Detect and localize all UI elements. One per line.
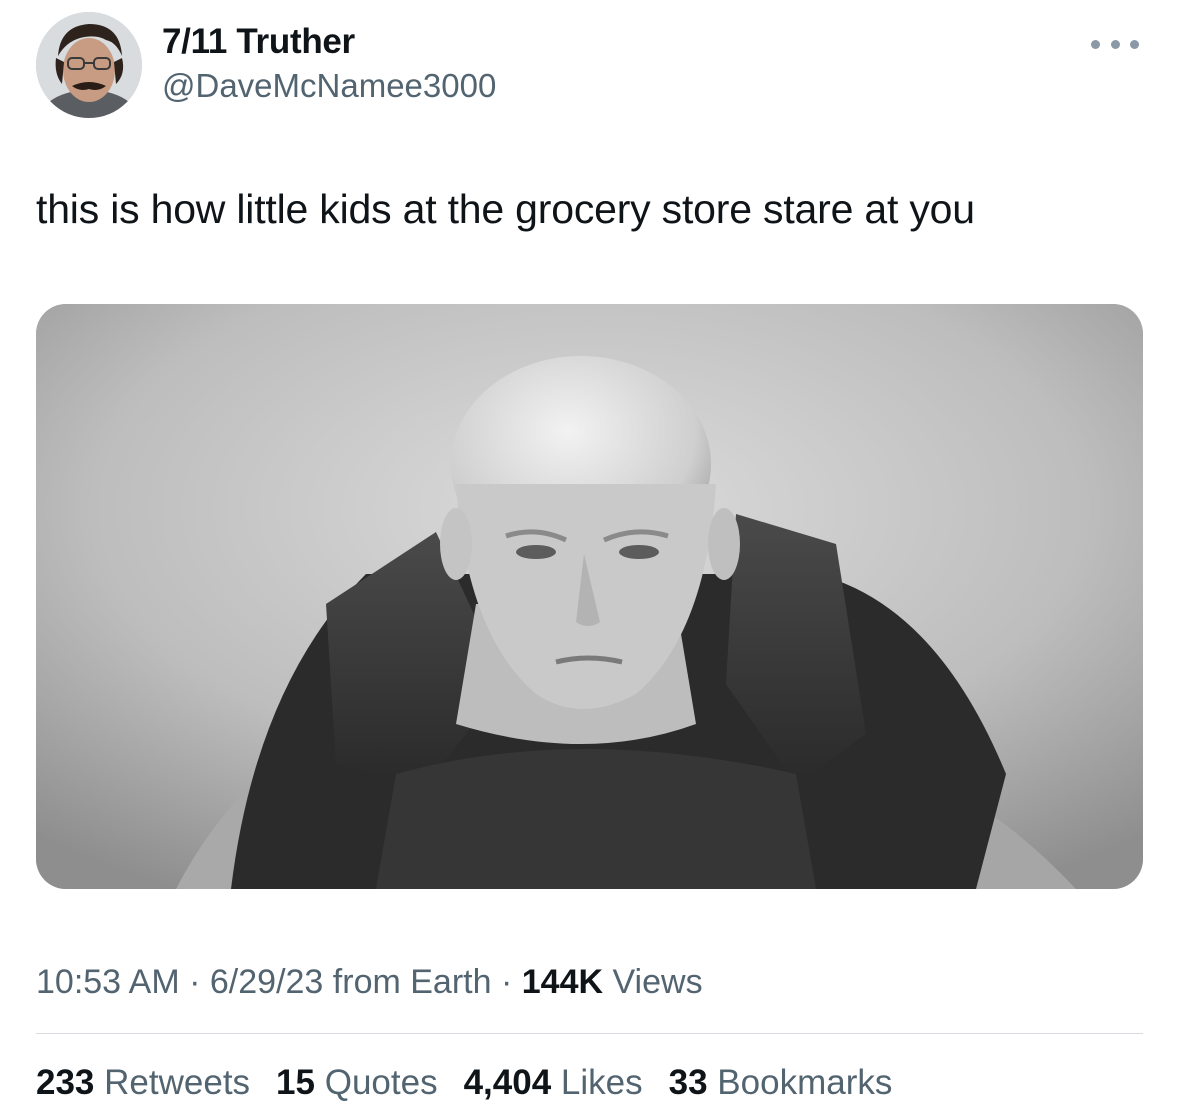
author-handle[interactable]: @DaveMcNamee3000 xyxy=(162,64,496,108)
tweet-header: 7/11 Truther @DaveMcNamee3000 xyxy=(36,12,1143,120)
meta-separator: · xyxy=(500,963,513,1001)
bookmarks-count: 33 xyxy=(668,1063,708,1102)
divider xyxy=(36,1033,1143,1034)
photo-bald-man-staring xyxy=(36,304,1143,889)
retweets-count: 233 xyxy=(36,1063,95,1102)
tweet-text: this is how little kids at the grocery s… xyxy=(36,186,975,232)
quotes-label: Quotes xyxy=(324,1063,438,1102)
likes-stat[interactable]: 4,404 Likes xyxy=(464,1058,643,1108)
more-options-button[interactable] xyxy=(1091,34,1139,54)
more-horizontal-icon-dot xyxy=(1130,39,1139,49)
views-label: Views xyxy=(612,963,703,1001)
tweet-date[interactable]: 6/29/23 xyxy=(210,963,323,1001)
author-names: 7/11 Truther @DaveMcNamee3000 xyxy=(162,22,496,108)
retweets-label: Retweets xyxy=(104,1063,251,1102)
views-count: 144K xyxy=(521,963,604,1001)
meta-separator: · xyxy=(189,963,201,1001)
bookmarks-stat[interactable]: 33 Bookmarks xyxy=(669,1058,893,1108)
tweet-time[interactable]: 10:53 AM xyxy=(36,963,180,1001)
bookmarks-label: Bookmarks xyxy=(717,1063,893,1102)
tweet-media-photo[interactable] xyxy=(36,304,1143,889)
more-horizontal-icon-dot xyxy=(1110,39,1120,49)
quotes-stat[interactable]: 15 Quotes xyxy=(276,1058,438,1108)
author-display-name[interactable]: 7/11 Truther xyxy=(162,22,496,62)
quotes-count: 15 xyxy=(276,1063,315,1102)
tweet-meta: 10:53 AM · 6/29/23 from Earth · 144K Vie… xyxy=(36,958,703,1006)
retweets-stat[interactable]: 233 Retweets xyxy=(36,1058,250,1108)
more-horizontal-icon xyxy=(1091,39,1100,49)
tweet-source: from Earth xyxy=(332,963,492,1001)
avatar-image xyxy=(36,12,142,118)
likes-count: 4,404 xyxy=(463,1063,552,1102)
tweet-stats: 233 Retweets 15 Quotes 4,404 Likes 33 Bo… xyxy=(36,1058,892,1108)
likes-label: Likes xyxy=(560,1063,643,1102)
avatar[interactable] xyxy=(36,12,142,118)
